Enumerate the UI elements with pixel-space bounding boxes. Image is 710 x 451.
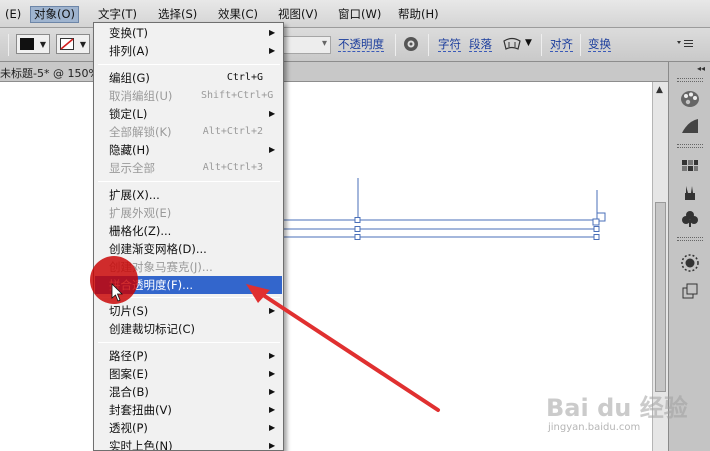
- menu-select[interactable]: 选择(S): [155, 6, 200, 23]
- symbols-icon[interactable]: [677, 208, 703, 230]
- collapse-icon[interactable]: ◂◂: [697, 64, 705, 73]
- menu-separator: [98, 64, 280, 65]
- divider: [580, 34, 581, 56]
- submenu-arrow-icon: ▶: [269, 369, 276, 378]
- menu-window[interactable]: 窗口(W): [335, 6, 384, 23]
- submenu-arrow-icon: ▶: [269, 306, 276, 315]
- menu-item-perspective[interactable]: 透视(P) ▶: [95, 419, 282, 437]
- menu-item-group[interactable]: 编组(G) Ctrl+G: [95, 69, 282, 87]
- fill-swatch[interactable]: ▼: [16, 34, 50, 54]
- transform-link[interactable]: 变换: [588, 38, 611, 52]
- menu-item-create-object-mosaic[interactable]: 创建对象马赛克(J)...: [95, 258, 282, 276]
- menu-separator: [98, 181, 280, 182]
- scroll-up-icon[interactable]: ▲: [656, 85, 663, 95]
- divider: [8, 34, 9, 56]
- submenu-arrow-icon: ▶: [269, 387, 276, 396]
- watermark-brand: Bai du 经验: [546, 394, 688, 422]
- menu-item-live-paint[interactable]: 实时上色(N) ▶: [95, 437, 282, 450]
- gradient-icon[interactable]: [677, 115, 703, 137]
- menu-help[interactable]: 帮助(H): [395, 6, 442, 23]
- menu-item-slice[interactable]: 切片(S) ▶: [95, 302, 282, 320]
- menu-item-create-trim-marks[interactable]: 创建裁切标记(C): [95, 320, 282, 338]
- menu-edit[interactable]: (E): [2, 6, 24, 23]
- submenu-arrow-icon: ▶: [269, 28, 276, 37]
- document-title: 未标题-5* @ 150%: [0, 67, 99, 80]
- panel-menu-icon[interactable]: [676, 39, 694, 49]
- menu-item-path[interactable]: 路径(P) ▶: [95, 347, 282, 365]
- divider: [428, 34, 429, 56]
- menu-view[interactable]: 视图(V): [275, 6, 321, 23]
- opacity-link[interactable]: 不透明度: [338, 38, 384, 52]
- menu-item-expand[interactable]: 扩展(X)...: [95, 186, 282, 204]
- menu-separator: [98, 297, 280, 298]
- scroll-thumb[interactable]: [655, 202, 666, 392]
- divider: [541, 34, 542, 56]
- brushes-icon[interactable]: [677, 182, 703, 204]
- menu-item-expand-appearance[interactable]: 扩展外观(E): [95, 204, 282, 222]
- swatches-icon[interactable]: [677, 155, 703, 177]
- menu-item-lock[interactable]: 锁定(L) ▶: [95, 105, 282, 123]
- panel-grip[interactable]: [677, 237, 703, 241]
- submenu-arrow-icon: ▶: [269, 145, 276, 154]
- style-dropdown[interactable]: [283, 36, 331, 54]
- divider: [395, 34, 396, 56]
- menu-item-blend[interactable]: 混合(B) ▶: [95, 383, 282, 401]
- menu-item-rasterize[interactable]: 栅格化(Z)...: [95, 222, 282, 240]
- menu-item-create-gradient-mesh[interactable]: 创建渐变网格(D)...: [95, 240, 282, 258]
- menu-item-show-all[interactable]: 显示全部 Alt+Ctrl+3: [95, 159, 282, 177]
- menu-item-ungroup[interactable]: 取消编组(U) Shift+Ctrl+G: [95, 87, 282, 105]
- submenu-arrow-icon: ▶: [269, 405, 276, 414]
- submenu-arrow-icon: ▶: [269, 441, 276, 450]
- submenu-arrow-icon: ▶: [269, 109, 276, 118]
- menu-item-envelope-distort[interactable]: 封套扭曲(V) ▶: [95, 401, 282, 419]
- object-menu: 变换(T) ▶ 排列(A) ▶ 编组(G) Ctrl+G 取消编组(U) Shift+C…: [93, 22, 284, 451]
- submenu-arrow-icon: ▶: [269, 423, 276, 432]
- stroke-swatch[interactable]: ▼: [56, 34, 90, 54]
- recolor-icon[interactable]: [403, 36, 419, 52]
- chevron-down-icon: ▼: [39, 40, 46, 49]
- no-stroke-icon: [60, 38, 74, 50]
- submenu-arrow-icon: ▶: [269, 46, 276, 55]
- envelope-icon[interactable]: [503, 37, 521, 51]
- menu-object[interactable]: 对象(O): [30, 6, 80, 23]
- baidu-watermark: Bai du 经验 jingyan.baidu.com: [540, 380, 700, 440]
- chevron-down-icon[interactable]: ▼: [525, 38, 532, 48]
- menu-item-hide[interactable]: 隐藏(H) ▶: [95, 141, 282, 159]
- layers-icon[interactable]: [677, 280, 703, 302]
- menu-item-transform[interactable]: 变换(T) ▶: [95, 24, 282, 42]
- character-link[interactable]: 字符: [438, 38, 461, 52]
- submenu-arrow-icon: ▶: [269, 351, 276, 360]
- chevron-down-icon: ▼: [79, 40, 86, 49]
- panel-grip[interactable]: [677, 144, 703, 148]
- align-link[interactable]: 对齐: [550, 38, 573, 52]
- menu-separator: [98, 342, 280, 343]
- watermark-url: jingyan.baidu.com: [548, 422, 641, 433]
- color-icon[interactable]: [677, 88, 703, 110]
- menu-item-pattern[interactable]: 图案(E) ▶: [95, 365, 282, 383]
- panel-grip[interactable]: [677, 78, 703, 82]
- menu-item-unlock-all[interactable]: 全部解锁(K) Alt+Ctrl+2: [95, 123, 282, 141]
- fill-color: [20, 38, 34, 50]
- menu-item-flatten-transparency[interactable]: 拼合透明度(F)...: [95, 276, 282, 294]
- paragraph-link[interactable]: 段落: [469, 38, 492, 52]
- menu-type[interactable]: 文字(T): [95, 6, 140, 23]
- menu-item-arrange[interactable]: 排列(A) ▶: [95, 42, 282, 60]
- menu-effect[interactable]: 效果(C): [215, 6, 261, 23]
- appearance-icon[interactable]: [677, 252, 703, 274]
